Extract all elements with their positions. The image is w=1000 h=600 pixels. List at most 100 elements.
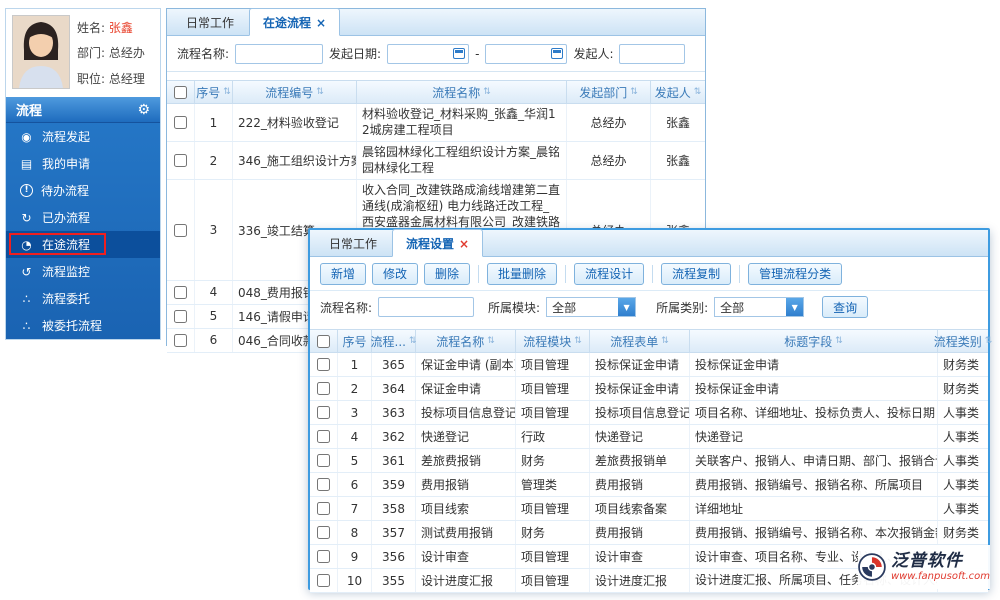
tab-daily-work[interactable]: 日常工作 bbox=[316, 230, 390, 256]
process-design-button[interactable]: 流程设计 bbox=[574, 262, 645, 285]
search-button[interactable]: 查询 bbox=[822, 296, 869, 318]
table-row[interactable]: 6 359 费用报销 管理类 费用报销 费用报销、报销编号、报销名称、所属项目 … bbox=[310, 473, 988, 497]
table-row[interactable]: 2 346_施工组织设计方案申请 晨铭园林绿化工程组织设计方案_晨铭园林绿化工程… bbox=[167, 142, 705, 181]
header-code[interactable]: 流程... ⇅ bbox=[371, 330, 417, 352]
table-row[interactable]: 2 364 保证金申请 项目管理 投标保证金申请 投标保证金申请 财务类 bbox=[310, 377, 988, 401]
cell-form: 差旅费报销单 bbox=[590, 449, 690, 472]
sidebar-item-my-applications[interactable]: ▤ 我的申请 bbox=[6, 150, 160, 177]
row-checkbox[interactable] bbox=[317, 382, 330, 395]
cell-checkbox bbox=[167, 328, 195, 352]
tab-process-settings[interactable]: 流程设置 × bbox=[392, 229, 484, 257]
cell-module: 行政 bbox=[516, 425, 590, 448]
tab-in-transit[interactable]: 在途流程 × bbox=[249, 8, 341, 36]
cell-code: 222_材料验收登记 bbox=[233, 104, 357, 142]
sidebar-item-delegate[interactable]: ∴ 流程委托 bbox=[6, 285, 160, 312]
sidebar-item-initiate[interactable]: ◉ 流程发起 bbox=[6, 123, 160, 150]
process-name-input[interactable] bbox=[235, 43, 324, 64]
row-checkbox[interactable] bbox=[174, 154, 187, 168]
select-all-checkbox[interactable] bbox=[317, 334, 330, 348]
tab-close-icon[interactable]: × bbox=[459, 237, 469, 251]
table-row[interactable]: 1 365 保证金申请 (副本) 项目管理 投标保证金申请 投标保证金申请 财务… bbox=[310, 353, 988, 377]
header-seq[interactable]: 序号 ⇅ bbox=[195, 81, 233, 103]
gear-icon[interactable]: ⚙ bbox=[137, 102, 150, 118]
sidebar-item-done[interactable]: ↻ 已办流程 bbox=[6, 204, 160, 231]
tab-close-icon[interactable]: × bbox=[316, 16, 326, 30]
header-category[interactable]: 流程类别 ⇅ bbox=[934, 330, 993, 352]
profile-name: 姓名: 张鑫 bbox=[77, 21, 133, 36]
cell-checkbox bbox=[167, 280, 195, 304]
cell-initiator: 张鑫 bbox=[665, 116, 690, 131]
row-checkbox[interactable] bbox=[317, 406, 330, 419]
sidebar-item-delegated-to-me[interactable]: ∴ 被委托流程 bbox=[6, 312, 160, 339]
sort-icon[interactable]: ⇅ bbox=[487, 336, 495, 346]
header-name[interactable]: 流程名称 ⇅ bbox=[416, 330, 516, 352]
process-name-input[interactable] bbox=[378, 297, 475, 317]
cell-checkbox bbox=[310, 353, 338, 376]
sort-icon[interactable]: ⇅ bbox=[223, 87, 231, 97]
add-button[interactable]: 新增 bbox=[320, 262, 367, 285]
table-row[interactable]: 3 363 投标项目信息登记 项目管理 投标项目信息登记 项目名称、详细地址、投… bbox=[310, 401, 988, 425]
header-dept[interactable]: 发起部门 ⇅ bbox=[567, 81, 651, 103]
edit-button[interactable]: 修改 bbox=[372, 262, 419, 285]
row-checkbox[interactable] bbox=[317, 430, 330, 443]
sort-icon[interactable]: ⇅ bbox=[985, 336, 993, 346]
cell-initiator: 张鑫 bbox=[665, 154, 690, 169]
row-checkbox[interactable] bbox=[317, 550, 330, 563]
sort-icon[interactable]: ⇅ bbox=[661, 336, 669, 346]
header-seq[interactable]: 序号 bbox=[338, 330, 372, 352]
table-row[interactable]: 8 357 测试费用报销 财务 费用报销 费用报销、报销编号、报销名称、本次报销… bbox=[310, 521, 988, 545]
sidebar-item-monitor[interactable]: ↺ 流程监控 bbox=[6, 258, 160, 285]
row-checkbox[interactable] bbox=[317, 574, 330, 587]
table-row[interactable]: 7 358 项目线索 项目管理 项目线索备案 详细地址 人事类 bbox=[310, 497, 988, 521]
header-title-field[interactable]: 标题字段 ⇅ bbox=[690, 330, 938, 352]
cell-name: 保证金申请 bbox=[416, 377, 516, 400]
manage-category-button[interactable]: 管理流程分类 bbox=[748, 262, 843, 285]
category-select[interactable]: 全部 ▼ bbox=[714, 297, 805, 317]
tab-daily-work[interactable]: 日常工作 bbox=[173, 9, 247, 35]
sidebar-item-todo[interactable]: ! 待办流程 bbox=[6, 177, 160, 204]
header-form[interactable]: 流程表单 ⇅ bbox=[590, 330, 690, 352]
row-checkbox[interactable] bbox=[317, 526, 330, 539]
start-date-to-input[interactable] bbox=[485, 43, 568, 64]
header-code[interactable]: 流程编号 ⇅ bbox=[233, 81, 357, 103]
row-checkbox[interactable] bbox=[317, 502, 330, 515]
sort-icon[interactable]: ⇅ bbox=[483, 87, 491, 97]
calendar-icon[interactable] bbox=[453, 48, 466, 59]
select-all-checkbox[interactable] bbox=[174, 85, 187, 99]
row-checkbox[interactable] bbox=[317, 358, 330, 371]
process-copy-button[interactable]: 流程复制 bbox=[661, 262, 732, 285]
sort-icon[interactable]: ⇅ bbox=[694, 87, 702, 97]
chevron-down-icon[interactable]: ▼ bbox=[618, 298, 636, 316]
header-initiator[interactable]: 发起人 ⇅ bbox=[651, 81, 705, 103]
row-checkbox[interactable] bbox=[174, 285, 187, 299]
row-checkbox[interactable] bbox=[317, 478, 330, 491]
calendar-icon[interactable] bbox=[551, 48, 564, 59]
chevron-down-icon[interactable]: ▼ bbox=[786, 298, 804, 316]
row-checkbox[interactable] bbox=[174, 309, 187, 323]
row-checkbox[interactable] bbox=[317, 454, 330, 467]
cell-category: 财务类 bbox=[943, 382, 980, 396]
start-date-from-input[interactable] bbox=[387, 43, 470, 64]
batch-delete-button[interactable]: 批量删除 bbox=[487, 262, 558, 285]
cell-module: 管理类 bbox=[516, 473, 590, 496]
delete-button[interactable]: 删除 bbox=[424, 262, 471, 285]
table-row[interactable]: 5 361 差旅费报销 财务 差旅费报销单 关联客户、报销人、申请日期、部门、报… bbox=[310, 449, 988, 473]
initiator-input[interactable] bbox=[619, 43, 686, 64]
header-module[interactable]: 流程模块 ⇅ bbox=[516, 330, 590, 352]
module-select[interactable]: 全部 ▼ bbox=[546, 297, 637, 317]
row-checkbox[interactable] bbox=[174, 223, 187, 237]
table-row[interactable]: 1 222_材料验收登记 材料验收登记_材料采购_张鑫_华润12城房建工程项目 … bbox=[167, 104, 705, 143]
sort-icon[interactable]: ⇅ bbox=[835, 336, 843, 346]
cell-form: 快递登记 bbox=[590, 425, 690, 448]
sort-icon[interactable]: ⇅ bbox=[630, 87, 638, 97]
sort-icon[interactable]: ⇅ bbox=[316, 87, 324, 97]
table-row[interactable]: 4 362 快递登记 行政 快递登记 快递登记 人事类 bbox=[310, 425, 988, 449]
row-checkbox[interactable] bbox=[174, 116, 187, 130]
row-checkbox[interactable] bbox=[174, 333, 187, 347]
cell-category: 人事类 bbox=[943, 478, 980, 492]
avatar-illustration bbox=[13, 16, 69, 88]
sort-icon[interactable]: ⇅ bbox=[574, 336, 582, 346]
header-name[interactable]: 流程名称 ⇅ bbox=[357, 81, 567, 103]
sidebar-item-label: 待办流程 bbox=[41, 184, 90, 198]
sidebar-item-in-transit[interactable]: ◔ 在途流程 bbox=[6, 231, 160, 258]
